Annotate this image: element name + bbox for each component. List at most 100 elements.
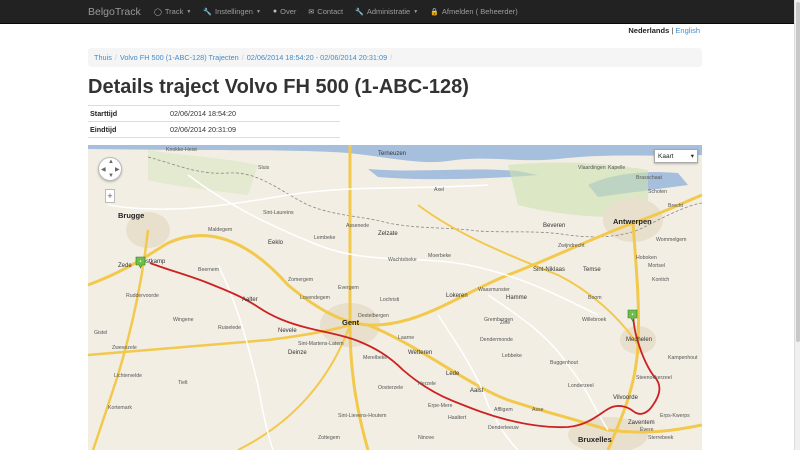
nav-over[interactable]: ● Over xyxy=(273,7,297,16)
detail-value: 02/06/2014 18:54:20 xyxy=(168,105,340,122)
map-label: Deinze xyxy=(288,350,307,356)
language-active: Nederlands xyxy=(628,26,670,35)
nav-instellingen-label: Instellingen xyxy=(215,7,253,16)
language-switcher: Nederlands | English xyxy=(628,26,700,35)
map-label: Antwerpen xyxy=(613,217,652,226)
map-type-select[interactable]: Kaart ▾ xyxy=(654,149,698,163)
language-english-link[interactable]: English xyxy=(675,26,700,35)
map-label: Destelbergen xyxy=(358,313,389,319)
pan-down-icon[interactable]: ▼ xyxy=(108,173,114,179)
map-label: Kapelle xyxy=(608,165,626,171)
map-label: Vilvoorde xyxy=(613,395,638,401)
map-label: Haaltert xyxy=(448,415,467,421)
map-pan-control[interactable]: ▲ ▼ ◀ ▶ xyxy=(98,157,122,181)
map-label: Tielt xyxy=(178,380,188,386)
map-label: Sint-Martens-Latem xyxy=(298,341,344,347)
table-row: Starttijd 02/06/2014 18:54:20 xyxy=(88,105,340,122)
navbar: BelgoTrack ◯ Track ▼ 🔧 Instellingen ▼ ● … xyxy=(0,0,794,24)
map-label: Boom xyxy=(588,295,602,301)
map-label: Gent xyxy=(342,318,360,327)
map-label: Zaventem xyxy=(628,420,655,426)
breadcrumb-trajecten[interactable]: Volvo FH 500 (1-ABC-128) Trajecten xyxy=(120,53,239,62)
map-label: Wachtebeke xyxy=(388,257,417,263)
secondary-road xyxy=(107,184,489,210)
brand-link[interactable]: BelgoTrack xyxy=(88,6,154,18)
map-label: Bruxelles xyxy=(578,435,612,444)
map-label: Zede xyxy=(118,263,132,269)
map-label: Willebroek xyxy=(582,317,607,323)
map-label: Kontich xyxy=(652,277,670,283)
breadcrumb-separator: / xyxy=(390,53,393,62)
caret-down-icon: ▼ xyxy=(186,8,192,15)
map-label: Brecht xyxy=(668,203,683,209)
page-title: Details traject Volvo FH 500 (1-ABC-128) xyxy=(88,76,469,98)
map-label: Lochristi xyxy=(380,297,400,303)
detail-value: 02/06/2014 20:31:09 xyxy=(168,121,340,138)
map-label: Mortsel xyxy=(648,263,666,269)
map-label: Evergem xyxy=(338,285,359,291)
pan-up-icon[interactable]: ▲ xyxy=(108,159,114,165)
map-label: Ninove xyxy=(418,435,435,441)
nav-contact-label: Contact xyxy=(317,7,344,16)
map-label: Lebbeke xyxy=(502,353,522,359)
table-row: Eindtijd 02/06/2014 20:31:09 xyxy=(88,121,340,138)
map-label: Denderleeuw xyxy=(488,425,519,431)
map-label: Zottegem xyxy=(318,435,340,441)
nav-afmelden-label: Afmelden ( Beheerder) xyxy=(441,7,518,16)
map-label: Sint-Niklaas xyxy=(533,267,566,273)
map-label: Oosterzele xyxy=(378,385,404,391)
nav-administratie[interactable]: 🔧 Administratie ▼ xyxy=(355,7,418,16)
map-label: Temse xyxy=(583,267,601,273)
map-label: Maldegem xyxy=(208,227,233,233)
map-label: Aalter xyxy=(242,297,258,303)
nav-track-label: Track xyxy=(164,7,184,16)
nav-track[interactable]: ◯ Track ▼ xyxy=(154,7,191,16)
info-icon: ● xyxy=(272,8,278,15)
map-label: Dendermonde xyxy=(480,337,513,343)
map-label: Zwevezele xyxy=(112,345,137,351)
map-label: Erps-Kwerps xyxy=(660,413,690,419)
caret-down-icon: ▼ xyxy=(255,8,261,15)
caret-down-icon: ▼ xyxy=(413,8,419,15)
pan-left-icon[interactable]: ◀ xyxy=(101,166,106,173)
wrench-icon: 🔧 xyxy=(355,8,364,16)
map-label: Axel xyxy=(434,187,445,193)
globe-icon: ◯ xyxy=(154,8,162,16)
nav-over-label: Over xyxy=(280,7,297,16)
nav-administratie-label: Administratie xyxy=(366,7,411,16)
map-label: Merelbeke xyxy=(363,355,388,361)
map-label: Gistel xyxy=(94,330,108,336)
map-label: Buggenhout xyxy=(550,360,578,366)
map-label: Assenede xyxy=(346,223,370,229)
breadcrumb-home[interactable]: Thuis xyxy=(94,53,112,62)
breadcrumb: Thuis / Volvo FH 500 (1-ABC-128) Traject… xyxy=(88,48,702,67)
breadcrumb-current[interactable]: 02/06/2014 18:54:20 - 02/06/2014 20:31:0… xyxy=(247,53,387,62)
route-line xyxy=(149,262,661,429)
zoom-in-button[interactable]: + xyxy=(105,189,115,203)
map-label: Herzele xyxy=(418,381,436,387)
map-label: Moerbeke xyxy=(428,253,452,259)
map-label: Terneuzen xyxy=(378,151,407,157)
route-map[interactable]: Brugge Gent Antwerpen Bruxelles Zede Oos… xyxy=(88,145,702,450)
end-marker-icon[interactable]: • xyxy=(627,309,638,322)
map-label: Wetteren xyxy=(408,350,433,356)
breadcrumb-separator: / xyxy=(241,53,244,62)
map-label: Beveren xyxy=(543,223,566,229)
map-label: Sluis xyxy=(258,165,270,171)
breadcrumb-separator: / xyxy=(114,53,117,62)
map-label: Aalst xyxy=(470,388,484,394)
pan-right-icon[interactable]: ▶ xyxy=(115,166,120,173)
map-label: Ruiselede xyxy=(218,325,242,331)
map-label: Steenokkerzeel xyxy=(636,375,672,381)
scrollbar-thumb[interactable] xyxy=(796,2,800,342)
lock-icon: 🔒 xyxy=(430,8,439,16)
nav-afmelden[interactable]: 🔒 Afmelden ( Beheerder) xyxy=(430,7,518,16)
scrollbar[interactable] xyxy=(794,0,800,450)
details-table: Starttijd 02/06/2014 18:54:20 Eindtijd 0… xyxy=(88,105,340,138)
nav-instellingen[interactable]: 🔧 Instellingen ▼ xyxy=(203,7,261,16)
map-label: Sterrebeek xyxy=(648,435,674,441)
nav-contact[interactable]: ✉ Contact xyxy=(308,7,343,16)
start-marker-icon[interactable]: • xyxy=(135,256,146,269)
language-separator: | xyxy=(671,26,674,35)
map-label: Laarne xyxy=(398,335,415,341)
